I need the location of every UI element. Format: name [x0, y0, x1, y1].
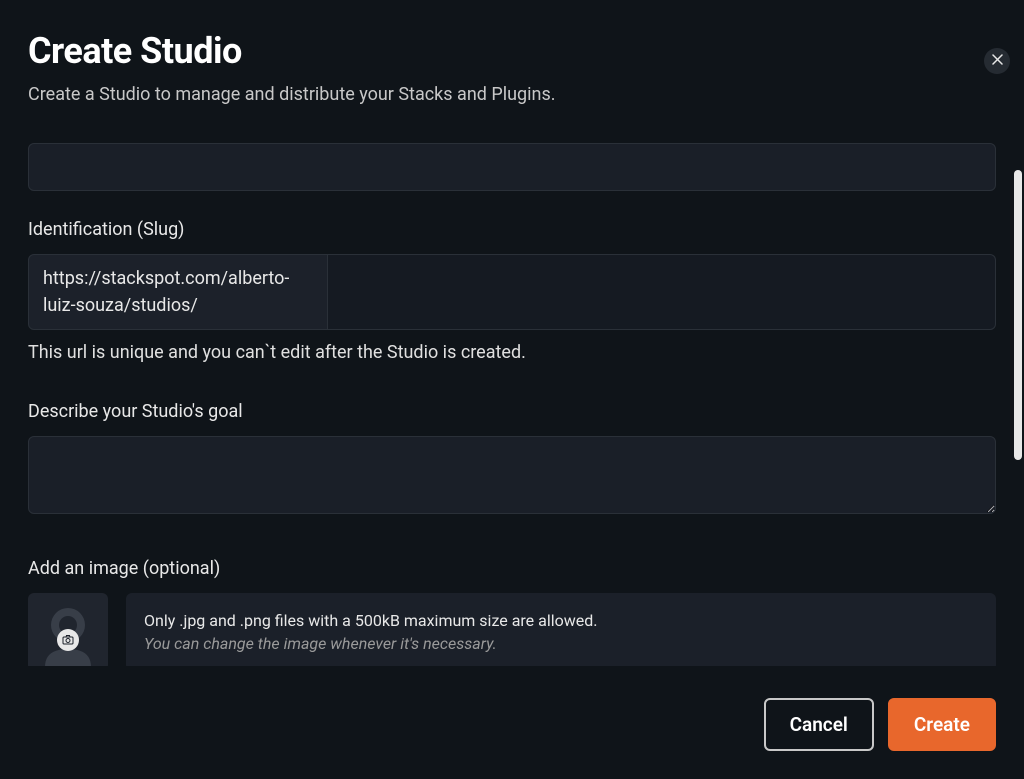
camera-icon	[57, 629, 79, 651]
cancel-button[interactable]: Cancel	[764, 698, 874, 751]
create-studio-modal: Create Studio Create a Studio to manage …	[0, 0, 1024, 779]
image-upload-button[interactable]	[28, 593, 108, 666]
form-section: Identification (Slug) https://stackspot.…	[28, 143, 996, 666]
modal-footer: Cancel Create	[28, 698, 996, 751]
close-icon	[992, 54, 1003, 69]
close-button[interactable]	[984, 48, 1010, 74]
description-textarea[interactable]	[28, 436, 996, 514]
slug-row: https://stackspot.com/alberto-luiz-souza…	[28, 254, 996, 330]
image-label: Add an image (optional)	[28, 558, 996, 579]
studio-name-input[interactable]	[28, 143, 996, 191]
image-info-main: Only .jpg and .png files with a 500kB ma…	[144, 611, 978, 630]
description-label: Describe your Studio's goal	[28, 401, 996, 422]
slug-label: Identification (Slug)	[28, 219, 996, 240]
slug-prefix: https://stackspot.com/alberto-luiz-souza…	[28, 254, 328, 330]
slug-input[interactable]	[328, 254, 996, 330]
image-upload-section: Only .jpg and .png files with a 500kB ma…	[28, 593, 996, 666]
image-info-sub: You can change the image whenever it's n…	[144, 634, 978, 653]
create-button[interactable]: Create	[888, 698, 996, 751]
modal-subtitle: Create a Studio to manage and distribute…	[28, 84, 996, 105]
scrollbar[interactable]	[1014, 170, 1022, 460]
slug-helper-text: This url is unique and you can`t edit af…	[28, 342, 996, 363]
image-upload-info: Only .jpg and .png files with a 500kB ma…	[126, 593, 996, 666]
modal-title: Create Studio	[28, 30, 996, 72]
